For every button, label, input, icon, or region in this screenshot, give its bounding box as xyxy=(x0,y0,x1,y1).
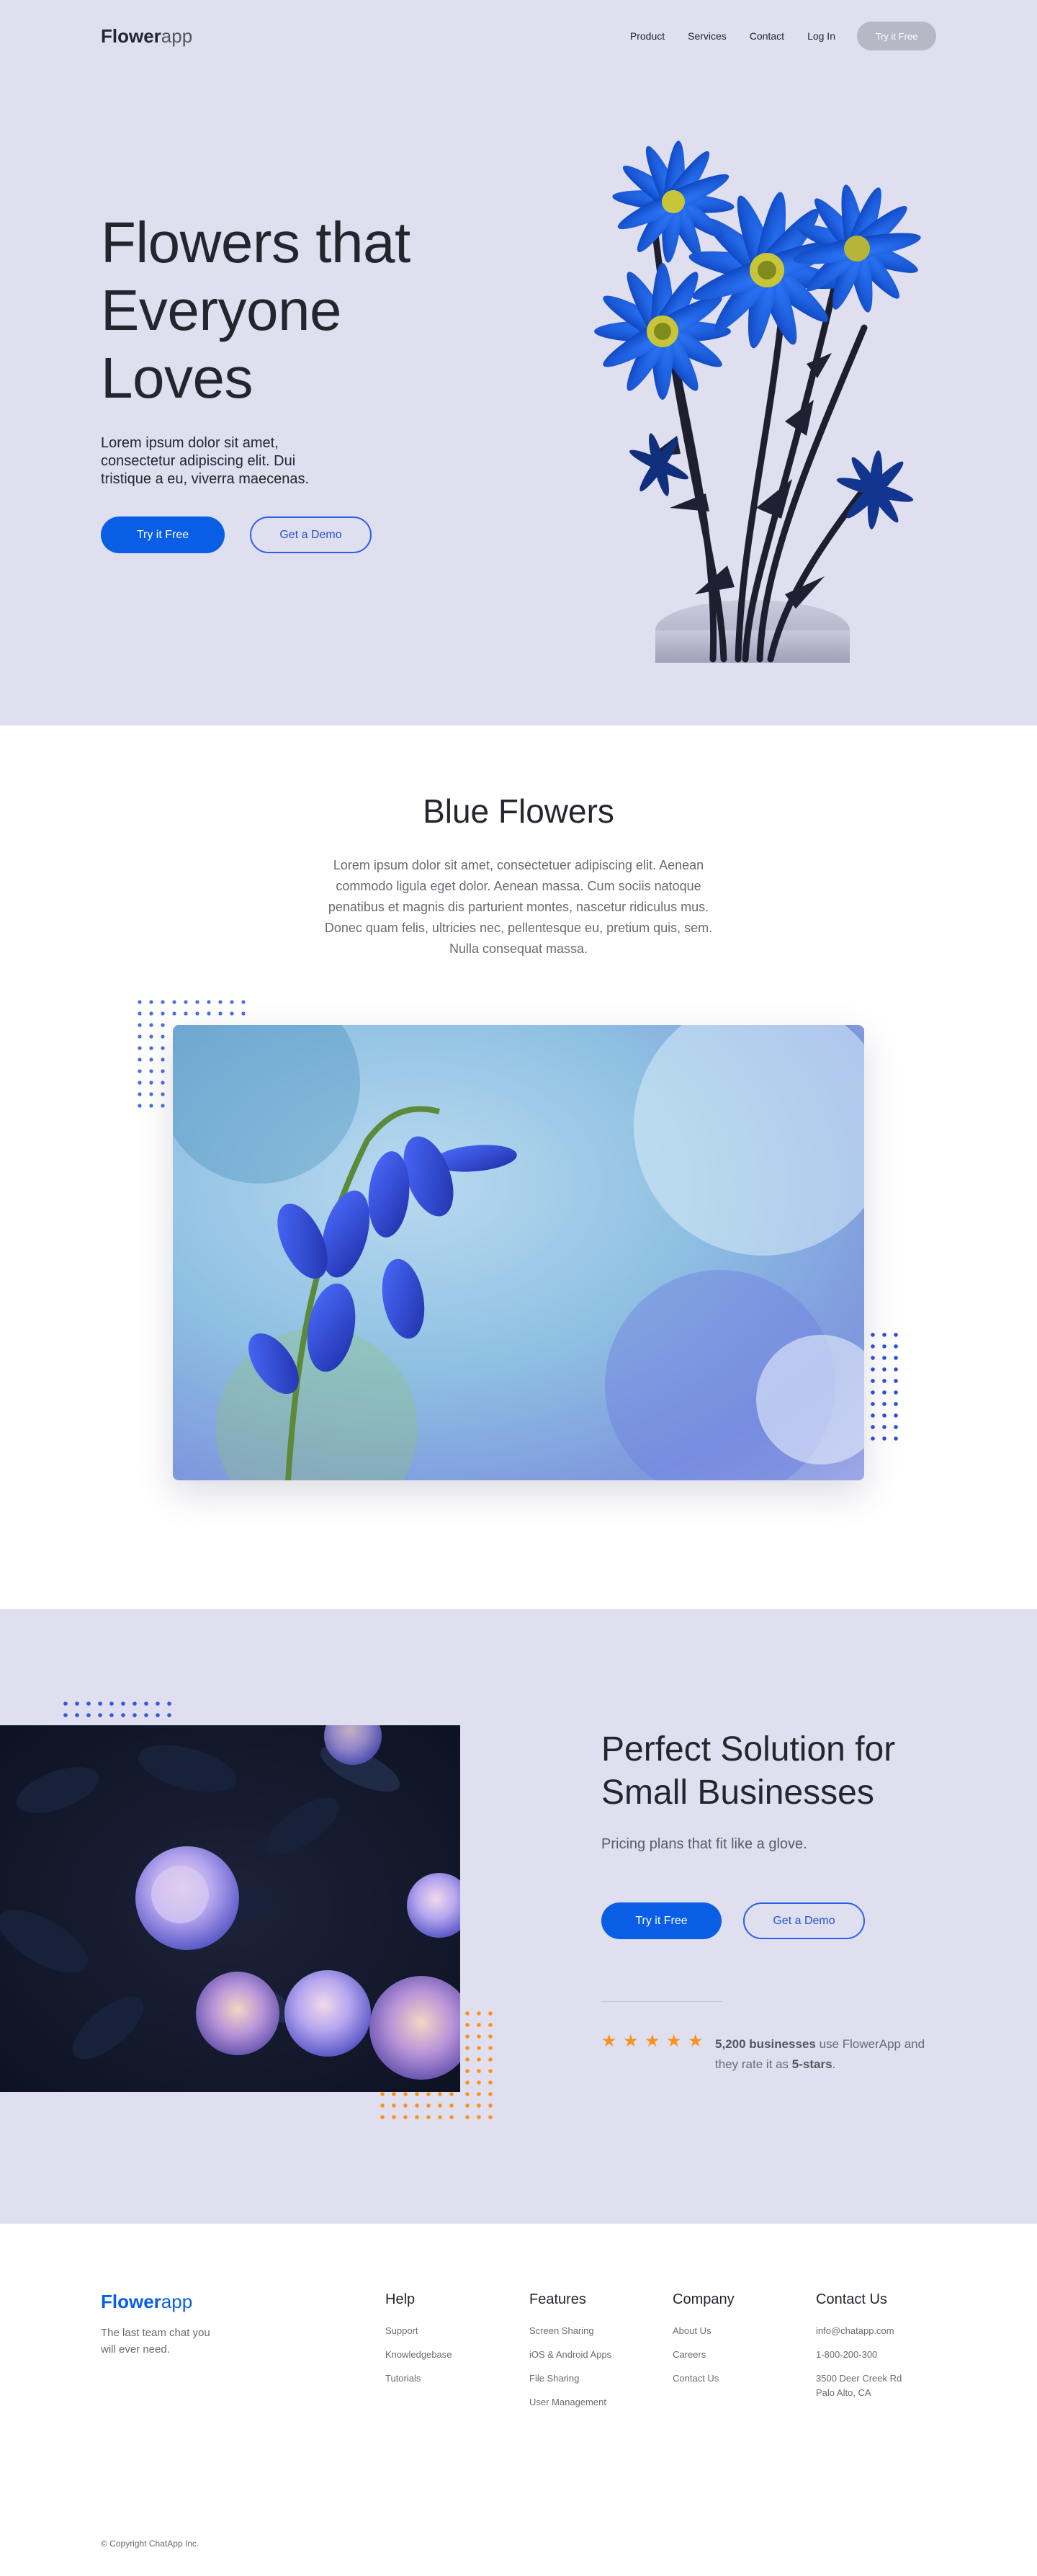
footer-column-title: Features xyxy=(529,2291,586,2307)
rating-end: . xyxy=(832,2057,836,2071)
footer-link[interactable]: Contact Us xyxy=(673,2371,735,2386)
footer-column-title: Contact Us xyxy=(816,2291,887,2307)
nav-link-contact[interactable]: Contact xyxy=(750,30,784,42)
daisy-bouquet-image xyxy=(594,140,921,663)
rating-value: 5-stars xyxy=(791,2057,832,2071)
logo-light: app xyxy=(161,24,193,47)
copyright: © Copyright ChatApp Inc. xyxy=(101,2539,199,2549)
hero-subtitle: Lorem ipsum dolor sit amet, consectetur … xyxy=(101,435,310,487)
blue-flowers-title: Blue Flowers xyxy=(423,792,614,830)
small-business-section: Perfect Solution for Small Businesses Pr… xyxy=(0,1609,1037,2224)
footer-column-features: Features Screen Sharing iOS & Android Ap… xyxy=(529,2291,611,2419)
star-icon: ★ xyxy=(645,2031,660,2051)
footer-phone: 1-800-200-300 xyxy=(816,2349,878,2360)
footer-link[interactable]: Tutorials xyxy=(385,2371,452,2386)
hero-section: Flowerapp Product Services Contact Log I… xyxy=(0,0,1037,725)
nav-links: Product Services Contact Log In Try it F… xyxy=(630,22,936,50)
footer-link[interactable]: iOS & Android Apps xyxy=(529,2348,611,2362)
footer-link[interactable]: Knowledgebase xyxy=(385,2348,452,2362)
bluebell-photo xyxy=(173,1025,864,1480)
footer-column-title: Help xyxy=(385,2291,416,2307)
logo[interactable]: Flowerapp xyxy=(101,25,192,48)
business-title: Perfect Solution for Small Businesses xyxy=(601,1730,896,1812)
star-icon: ★ xyxy=(666,2031,682,2051)
hero-try-free-button[interactable]: Try it Free xyxy=(101,516,225,553)
hero-get-demo-button[interactable]: Get a Demo xyxy=(250,516,372,553)
footer-link[interactable]: Support xyxy=(385,2324,452,2338)
star-icon: ★ xyxy=(623,2031,639,2051)
nav-link-product[interactable]: Product xyxy=(630,30,665,42)
dot-pattern-decoration xyxy=(871,1333,898,1441)
footer-logo-bold: Flower xyxy=(101,2291,161,2312)
footer-column-title: Company xyxy=(673,2291,735,2307)
dot-pattern-decoration xyxy=(63,1701,171,1717)
logo-bold: Flower xyxy=(101,24,161,47)
blue-flowers-section: Blue Flowers Lorem ipsum dolor sit amet,… xyxy=(0,725,1037,1609)
blue-flowers-text: Lorem ipsum dolor sit amet, consectetuer… xyxy=(324,858,713,956)
divider xyxy=(601,2001,722,2002)
star-icon: ★ xyxy=(601,2031,617,2051)
nav-link-services[interactable]: Services xyxy=(688,30,727,42)
footer-link[interactable]: File Sharing xyxy=(529,2371,611,2386)
rating-text: 5,200 businesses use FlowerApp and they … xyxy=(715,2034,931,2075)
dot-pattern-decoration xyxy=(380,2011,493,2119)
footer-tagline: The last team chat you will ever need. xyxy=(101,2327,210,2356)
footer-address: 3500 Deer Creek Rd Palo Alto, CA xyxy=(816,2373,902,2398)
footer: Flowerapp The last team chat you will ev… xyxy=(0,2224,1037,2576)
footer-link[interactable]: About Us xyxy=(673,2324,735,2338)
footer-link[interactable]: Screen Sharing xyxy=(529,2324,611,2338)
nav-try-free-button[interactable]: Try it Free xyxy=(857,22,936,50)
footer-column-help: Help Support Knowledgebase Tutorials xyxy=(385,2291,452,2395)
top-nav: Flowerapp Product Services Contact Log I… xyxy=(101,22,936,50)
business-get-demo-button[interactable]: Get a Demo xyxy=(743,1902,865,1939)
footer-email[interactable]: info@chatapp.com xyxy=(816,2324,910,2338)
star-icon: ★ xyxy=(688,2031,704,2051)
footer-link[interactable]: Careers xyxy=(673,2348,735,2362)
footer-logo[interactable]: Flowerapp xyxy=(101,2291,192,2313)
footer-link[interactable]: User Management xyxy=(529,2395,611,2410)
footer-logo-light: app xyxy=(161,2291,193,2312)
business-try-free-button[interactable]: Try it Free xyxy=(601,1902,722,1939)
rating-stars: ★ ★ ★ ★ ★ xyxy=(601,2033,705,2050)
footer-column-contact: Contact Us info@chatapp.com 1-800-200-30… xyxy=(816,2291,910,2410)
footer-column-company: Company About Us Careers Contact Us xyxy=(673,2291,735,2395)
hero-title: Flowers that Everyone Loves xyxy=(101,210,410,410)
nav-link-login[interactable]: Log In xyxy=(807,30,835,42)
business-subtitle: Pricing plans that fit like a glove. xyxy=(601,1836,807,1852)
rating-count: 5,200 businesses xyxy=(715,2037,816,2051)
